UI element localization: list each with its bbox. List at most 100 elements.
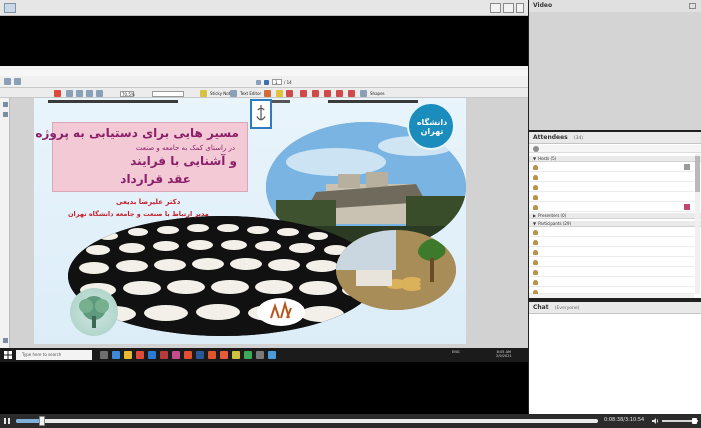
attendee-scrollbar-thumb[interactable]: [695, 156, 700, 192]
fullscreen-icon[interactable]: [689, 3, 696, 9]
attendee-toolbar: [529, 145, 701, 153]
taskbar-app-12-icon[interactable]: [244, 351, 252, 359]
fit-to-width-icon[interactable]: [490, 3, 501, 13]
view-select[interactable]: [152, 91, 184, 97]
powerpoint-icon[interactable]: [184, 351, 192, 359]
participant-icon: [533, 250, 538, 255]
hosts-section-label: Hosts (5): [538, 156, 557, 161]
attendee-row[interactable]: [529, 258, 694, 267]
attendee-options-icon[interactable]: [533, 146, 539, 152]
chat-scope[interactable]: (Everyone): [555, 306, 580, 311]
timeline-knob[interactable]: [39, 416, 46, 426]
zoom-value: 70.5%: [122, 92, 135, 97]
attendee-horizontal-scrollbar[interactable]: [529, 294, 694, 298]
host-icon: [533, 185, 538, 190]
taskbar-app-14-icon[interactable]: [268, 351, 276, 359]
taskbar-app-11-icon[interactable]: [232, 351, 240, 359]
hosts-section-header[interactable]: ▼ Hosts (5): [529, 156, 701, 162]
chat-pod-title: Chat: [533, 304, 549, 311]
taskbar-app-9-icon[interactable]: [208, 351, 216, 359]
text-editor-icon[interactable]: [230, 90, 237, 97]
attendee-row[interactable]: [529, 183, 694, 192]
page-down-icon[interactable]: [264, 80, 269, 85]
finance-photo: [336, 230, 456, 310]
home-icon[interactable]: [4, 78, 11, 85]
attendee-row[interactable]: [529, 163, 694, 172]
edge-icon[interactable]: [112, 351, 120, 359]
task-view-icon[interactable]: [100, 351, 108, 359]
attendee-row[interactable]: [529, 248, 694, 257]
attendee-row[interactable]: [529, 173, 694, 182]
attendees-pod-title: Attendees: [533, 134, 568, 141]
page-total: / 14: [284, 80, 292, 85]
file-explorer-icon[interactable]: [124, 351, 132, 359]
open-icon[interactable]: [14, 78, 21, 85]
attendee-row[interactable]: [529, 268, 694, 277]
pod-options-icon[interactable]: [516, 3, 524, 13]
page-up-icon[interactable]: [256, 80, 261, 85]
slide-author-position: مدیر ارتباط با صنعت و جامعه دانشگاه تهرا…: [68, 210, 209, 218]
pen-icon[interactable]: [360, 90, 367, 97]
timeline-slider[interactable]: [16, 419, 598, 423]
fullscreen-icon[interactable]: [503, 3, 514, 13]
store-icon[interactable]: [148, 351, 156, 359]
bookmarks-icon[interactable]: [3, 102, 8, 107]
sticky-note-icon[interactable]: [200, 90, 207, 97]
taskbar-app-13-icon[interactable]: [256, 351, 264, 359]
attendee-row[interactable]: [529, 203, 694, 212]
arrow-icon[interactable]: [312, 90, 319, 97]
collapse-triangle-icon: ▼: [533, 156, 537, 161]
text-editor-label[interactable]: Text Editor: [240, 91, 261, 98]
attendee-row[interactable]: [529, 238, 694, 247]
shapes-label[interactable]: Shapes: [370, 91, 385, 98]
participants-section-header[interactable]: ▼ Participants (29): [529, 221, 701, 227]
attendee-row[interactable]: [529, 193, 694, 202]
stamp-icon[interactable]: [264, 90, 271, 97]
windows-start-icon[interactable]: [4, 351, 12, 359]
taskbar-search-input[interactable]: Type here to search: [16, 350, 92, 360]
zoom-in-icon[interactable]: [86, 90, 93, 97]
presenters-section-header[interactable]: ▶ Presenters (0): [529, 213, 701, 219]
rectangle-icon[interactable]: [336, 90, 343, 97]
participant-icon: [533, 240, 538, 245]
tray-clock[interactable]: 8:05 AM 2/9/2021: [496, 350, 512, 358]
chrome-icon[interactable]: [136, 351, 144, 359]
app-left-panel: [0, 98, 10, 348]
highlight-icon[interactable]: [276, 90, 283, 97]
pages-icon[interactable]: [3, 112, 8, 117]
host-icon: [533, 205, 538, 210]
taskbar-app-6-icon[interactable]: [172, 351, 180, 359]
tray-language[interactable]: ENG: [452, 350, 460, 354]
attendee-row[interactable]: [529, 228, 694, 237]
zoom-field[interactable]: 70.5%: [120, 91, 135, 97]
playback-bar: 0:08:38/3:10:54: [0, 414, 701, 428]
share-icon: [4, 3, 16, 13]
participant-icon: [533, 260, 538, 265]
participant-icon: [533, 280, 538, 285]
pencil-icon[interactable]: [300, 90, 307, 97]
page-number-field[interactable]: 1: [272, 79, 282, 85]
university-emblem: [250, 99, 272, 129]
ellipse-icon[interactable]: [348, 90, 355, 97]
taskbar-app-10-icon[interactable]: [220, 351, 228, 359]
attendee-row[interactable]: [529, 278, 694, 287]
line-icon[interactable]: [324, 90, 331, 97]
attendees-pod-header: Attendees (34): [529, 132, 701, 144]
slide-title-line4: عقد قرارداد: [120, 172, 191, 186]
volume-icon[interactable]: [652, 417, 660, 425]
attendee-scrollbar[interactable]: [695, 154, 700, 294]
attachments-icon[interactable]: [3, 338, 8, 343]
word-icon[interactable]: [196, 351, 204, 359]
print-icon[interactable]: [66, 90, 73, 97]
collapse-triangle-icon: ▼: [533, 221, 537, 226]
host-icon: [533, 175, 538, 180]
play-pause-icon[interactable]: [3, 417, 11, 425]
volume-knob[interactable]: [692, 418, 698, 424]
hand-tool-icon[interactable]: [76, 90, 83, 97]
zoom-out-icon[interactable]: [96, 90, 103, 97]
pdf-icon[interactable]: [54, 90, 61, 97]
university-logo-text: دانشگاه تهران: [416, 118, 448, 136]
host-icon: [533, 195, 538, 200]
eraser-icon[interactable]: [286, 90, 293, 97]
acrobat-icon[interactable]: [160, 351, 168, 359]
